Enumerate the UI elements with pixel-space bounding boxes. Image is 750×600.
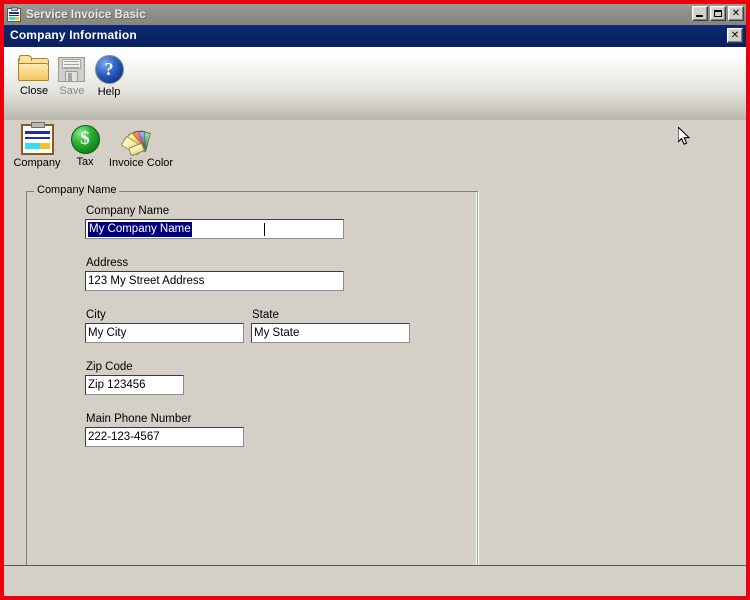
- window-app-icon: [7, 6, 21, 22]
- state-input[interactable]: My State: [251, 323, 410, 343]
- state-value: My State: [254, 327, 300, 339]
- application-window: Service Invoice Basic ✕ Company Informat…: [4, 4, 746, 596]
- screenshot-frame: Service Invoice Basic ✕ Company Informat…: [0, 0, 750, 600]
- zip-code-value: Zip 123456: [88, 379, 146, 391]
- main-phone-number-input[interactable]: 222-123-4567: [85, 427, 244, 447]
- zip-code-label: Zip Code: [86, 361, 133, 373]
- close-icon: ✕: [731, 8, 741, 19]
- city-label: City: [86, 309, 106, 321]
- maximize-button[interactable]: [710, 6, 726, 21]
- maximize-icon: [714, 10, 722, 17]
- child-window-titlebar[interactable]: Company Information ✕: [4, 25, 746, 47]
- zip-code-input[interactable]: Zip 123456: [85, 375, 184, 395]
- color-fan-icon: [120, 125, 161, 157]
- address-label: Address: [86, 257, 129, 269]
- text-caret: [264, 223, 265, 236]
- toolbar-primary: Close Save ? Help: [4, 47, 746, 120]
- toolbar-secondary: Company $ Tax Invoice Color: [4, 120, 746, 177]
- close-button[interactable]: ✕: [728, 6, 744, 21]
- company-name-value: My Company Name: [88, 222, 192, 237]
- child-close-button[interactable]: ✕: [727, 28, 743, 43]
- address-value: 123 My Street Address: [88, 275, 205, 287]
- minimize-icon: [696, 15, 703, 17]
- window-controls: ✕: [692, 6, 744, 21]
- main-phone-number-label: Main Phone Number: [86, 413, 192, 425]
- city-value: My City: [88, 327, 127, 339]
- clipboard-icon: [20, 122, 54, 155]
- toolbar-button-invoice-color-label: Invoice Color: [108, 157, 174, 169]
- close-icon: ✕: [730, 30, 740, 41]
- child-window-title: Company Information: [10, 28, 137, 42]
- window-titlebar[interactable]: Service Invoice Basic ✕: [4, 4, 746, 25]
- main-phone-number-value: 222-123-4567: [88, 431, 160, 443]
- company-information-window: Company Information ✕ Close Save ? Help …: [4, 25, 746, 570]
- company-name-label: Company Name: [86, 205, 170, 217]
- toolbar-button-invoice-color[interactable]: Invoice Color: [104, 125, 178, 169]
- status-bar: [4, 565, 746, 596]
- dollar-coin-icon: $: [70, 125, 100, 154]
- state-label: State: [252, 309, 279, 321]
- address-input[interactable]: 123 My Street Address: [85, 271, 344, 291]
- groupbox-legend: Company Name: [34, 184, 120, 197]
- company-name-input[interactable]: My Company Name: [85, 219, 344, 239]
- help-question-icon: ?: [94, 55, 124, 84]
- toolbar-button-help-label: Help: [97, 86, 121, 98]
- toolbar-button-help[interactable]: ? Help: [81, 55, 137, 98]
- minimize-button[interactable]: [692, 6, 708, 21]
- city-input[interactable]: My City: [85, 323, 244, 343]
- window-title: Service Invoice Basic: [26, 8, 146, 21]
